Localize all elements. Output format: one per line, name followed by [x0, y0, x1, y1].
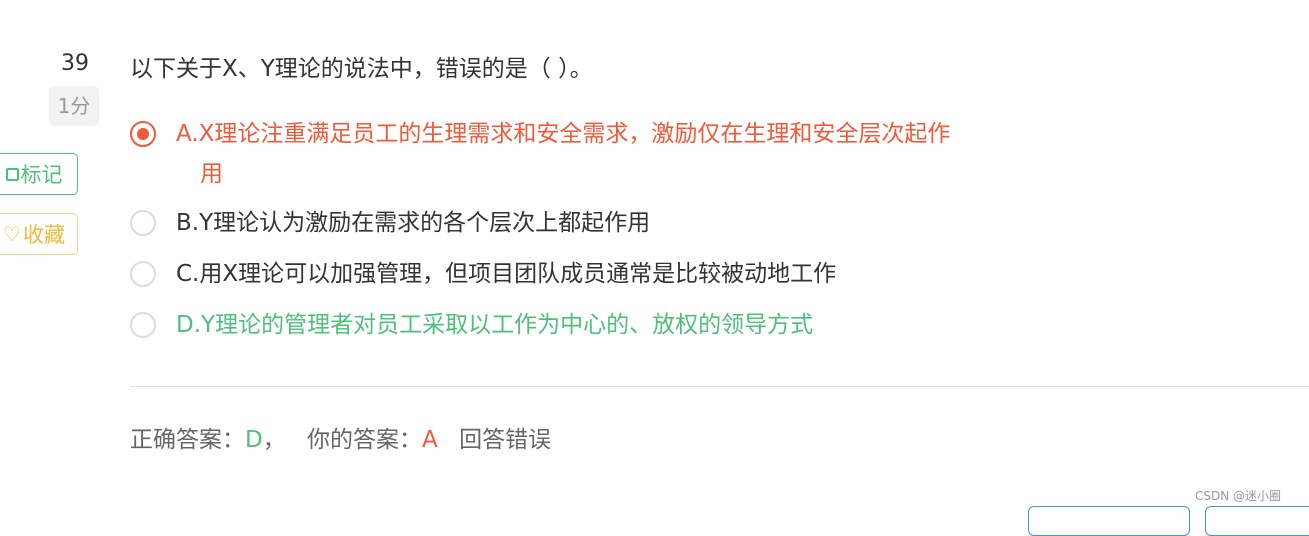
option-a-label: A.X理论注重满足员工的生理需求和安全需求，激励仅在生理和安全层次起作 用 [176, 114, 1076, 194]
question-number: 39 [61, 51, 89, 76]
mark-button[interactable]: 标记 [0, 153, 78, 195]
favorite-button[interactable]: ♡ 收藏 [0, 213, 78, 255]
option-c-label: C.用X理论可以加强管理，但项目团队成员通常是比较被动地工作 [176, 261, 837, 287]
option-c-radio[interactable] [130, 261, 156, 287]
option-d[interactable]: D.Y理论的管理者对员工采取以工作为中心的、放权的领导方式 [130, 305, 1076, 345]
favorite-button-label: 收藏 [22, 223, 65, 247]
heart-icon: ♡ [3, 222, 21, 246]
your-answer-value: A [422, 427, 438, 453]
watermark: CSDN @迷小圈 [1195, 489, 1282, 503]
divider [130, 386, 1309, 387]
checkbox-icon [5, 167, 19, 181]
result-separator: ， [262, 427, 286, 453]
question-text: 以下关于X、Y理论的说法中，错误的是（ ）。 [130, 56, 593, 82]
answer-result: 正确答案：D， 你的答案：A 回答错误 [130, 420, 551, 454]
result-verdict: 回答错误 [459, 427, 552, 453]
option-c[interactable]: C.用X理论可以加强管理，但项目团队成员通常是比较被动地工作 [130, 254, 1076, 294]
option-d-radio[interactable] [130, 312, 156, 338]
bottom-action-button-left[interactable] [1028, 506, 1190, 536]
correct-answer-letter: D [245, 427, 263, 453]
option-a-text: A.X理论注重满足员工的生理需求和安全需求，激励仅在生理和安全层次起作 [176, 121, 951, 147]
option-b-label: B.Y理论认为激励在需求的各个层次上都起作用 [176, 210, 651, 236]
option-d-label: D.Y理论的管理者对员工采取以工作为中心的、放权的领导方式 [176, 312, 814, 338]
option-a-radio[interactable] [130, 121, 156, 147]
option-a[interactable]: A.X理论注重满足员工的生理需求和安全需求，激励仅在生理和安全层次起作 用 [130, 114, 1076, 194]
bottom-action-button-right[interactable] [1205, 506, 1309, 536]
option-b-radio[interactable] [130, 210, 156, 236]
option-a-text-continued: 用 [200, 161, 223, 187]
mark-button-label: 标记 [20, 163, 63, 187]
option-b[interactable]: B.Y理论认为激励在需求的各个层次上都起作用 [130, 203, 1076, 243]
your-answer-label: 你的答案： [307, 427, 423, 453]
correct-answer-value: D， [245, 427, 286, 453]
correct-answer-label: 正确答案： [130, 427, 245, 453]
question-score-badge: 1分 [49, 86, 99, 126]
